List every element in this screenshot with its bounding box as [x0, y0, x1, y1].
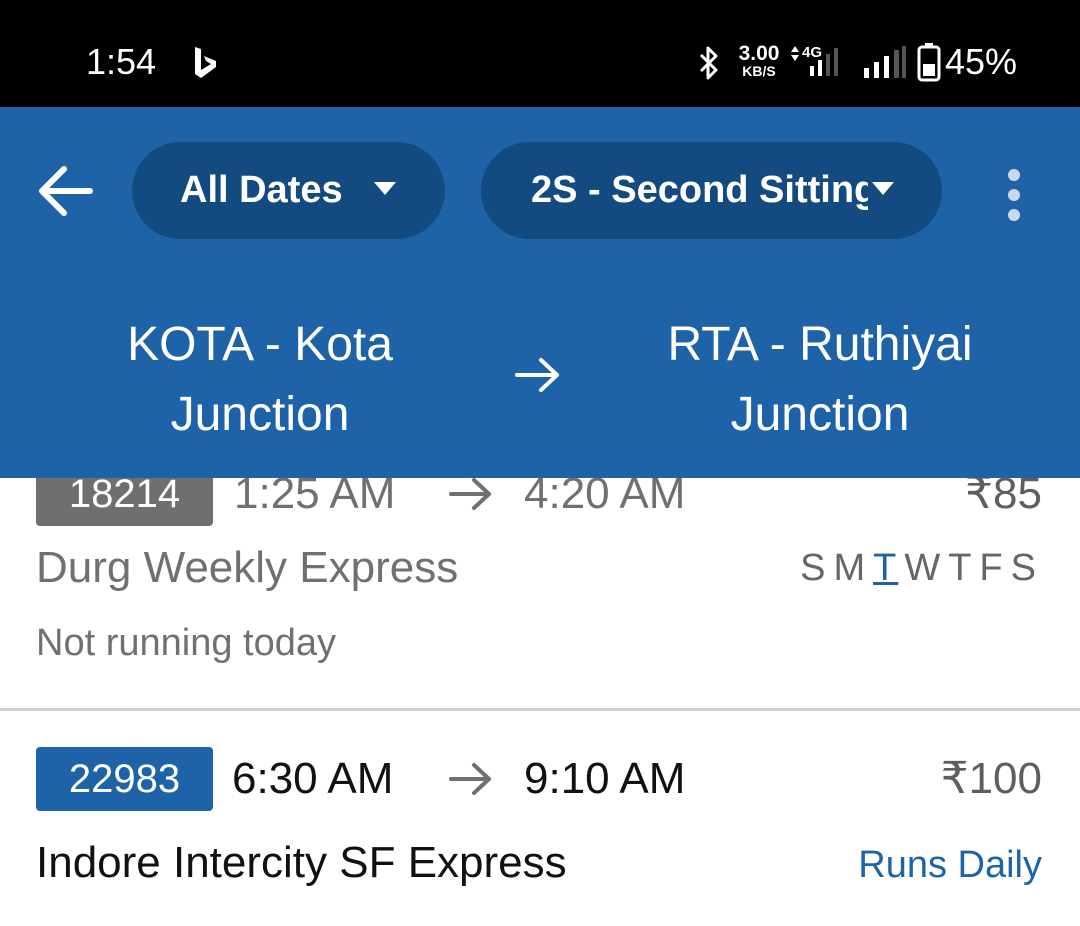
route-header: KOTA - Kota Junction RTA - Ruthiyai Junc…	[0, 275, 1080, 478]
bing-icon	[195, 47, 216, 78]
run-day: S	[1010, 547, 1038, 589]
route-arrow-icon	[515, 358, 559, 392]
back-arrow-icon[interactable]	[36, 163, 94, 219]
destination-station-line2: Junction	[730, 388, 910, 441]
train-card[interactable]: 22983 6:30 AM 9:10 AM ₹100 Indore Interc…	[0, 711, 1080, 926]
arrival-time: 4:20 AM	[524, 478, 686, 518]
more-vert-icon[interactable]	[994, 167, 1034, 223]
caret-down-icon	[374, 182, 396, 195]
bluetooth-icon	[699, 46, 718, 80]
origin-station-line1: KOTA - Kota	[127, 318, 393, 371]
runs-daily-label: Runs Daily	[858, 844, 1042, 886]
signal-icon	[864, 46, 906, 78]
destination-station-line1: RTA - Ruthiyai	[667, 318, 973, 371]
date-filter-dropdown[interactable]: All Dates	[132, 142, 445, 239]
run-day: F	[979, 547, 1005, 589]
run-days: SMTWTFS	[794, 538, 1038, 598]
arrival-time: 9:10 AM	[524, 754, 686, 803]
train-list: 18214 1:25 AM 4:20 AM ₹85 Durg Weekly Ex…	[0, 478, 1080, 926]
train-name: Durg Weekly Express	[36, 543, 459, 592]
network-speed-value: 3.00	[738, 42, 780, 65]
status-bar: 1:54 3.00 KB/S 4G 45%	[0, 0, 1080, 107]
arrow-right-icon	[449, 763, 491, 795]
departure-time: 1:25 AM	[234, 478, 396, 518]
origin-station: KOTA - Kota Junction	[60, 310, 460, 450]
destination-station: RTA - Ruthiyai Junction	[600, 310, 1040, 450]
run-day: M	[833, 547, 868, 589]
date-filter-label: All Dates	[180, 169, 343, 211]
train-number-badge: 22983	[36, 747, 213, 811]
caret-down-icon	[872, 182, 894, 195]
run-day: W	[904, 547, 943, 589]
train-card[interactable]: 18214 1:25 AM 4:20 AM ₹85 Durg Weekly Ex…	[0, 478, 1080, 708]
battery-percentage: 45%	[945, 41, 1018, 82]
network-speed: 3.00 KB/S	[733, 42, 785, 79]
running-status: Not running today	[36, 622, 336, 664]
lte-icon: 4G	[791, 44, 838, 76]
network-speed-unit: KB/S	[742, 63, 776, 79]
origin-station-line2: Junction	[170, 388, 350, 441]
app-bar: All Dates 2S - Second Sitting	[0, 107, 1080, 275]
battery-icon	[917, 43, 941, 82]
run-day: S	[800, 547, 828, 589]
network-type-label: 4G	[802, 44, 822, 61]
class-filter-label: 2S - Second Sitting	[531, 169, 868, 211]
train-number-badge: 18214	[36, 478, 213, 526]
run-day: T	[948, 547, 974, 589]
fare: ₹85	[965, 478, 1042, 518]
fare: ₹100	[940, 754, 1042, 803]
arrow-right-icon	[449, 478, 491, 510]
train-name: Indore Intercity SF Express	[36, 838, 567, 887]
class-filter-dropdown[interactable]: 2S - Second Sitting	[481, 142, 942, 239]
run-day-today: T	[873, 547, 899, 589]
departure-time: 6:30 AM	[232, 754, 394, 803]
status-time: 1:54	[86, 41, 157, 82]
